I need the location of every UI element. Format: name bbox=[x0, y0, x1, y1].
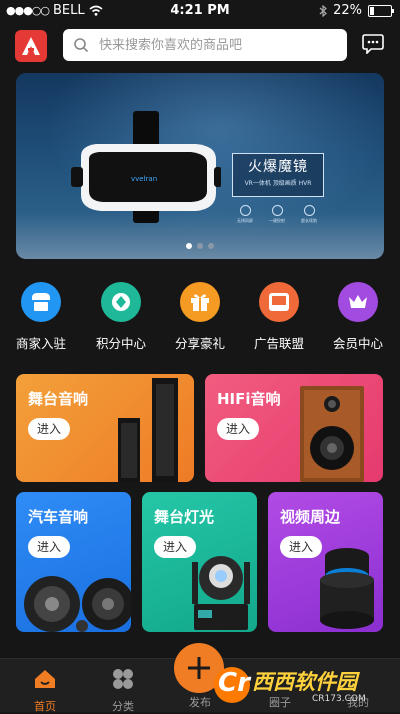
bluetooth-icon bbox=[319, 4, 328, 17]
card-title: 视频周边 bbox=[280, 508, 341, 526]
search-bar[interactable] bbox=[63, 29, 347, 61]
banner-pager[interactable] bbox=[16, 243, 384, 249]
card-title: 舞台灯光 bbox=[154, 508, 215, 526]
banner-subtitle: VR一体机 顶级画质 HVR bbox=[244, 180, 312, 187]
enter-button[interactable]: 进入 bbox=[217, 418, 260, 440]
category-card-stage-audio[interactable]: 舞台音响 进入 bbox=[16, 374, 194, 482]
points-icon bbox=[101, 282, 141, 322]
hifi-speaker-image bbox=[300, 386, 364, 482]
pager-dot[interactable] bbox=[186, 243, 192, 249]
nav-item-member[interactable]: 会员中心 bbox=[318, 282, 398, 352]
vr-headset-image: vvelran bbox=[71, 111, 221, 223]
card-title: HIFi音响 bbox=[217, 390, 281, 408]
nav-item-points[interactable]: 积分中心 bbox=[81, 282, 161, 352]
nav-label: 积分中心 bbox=[95, 336, 146, 351]
promo-banner[interactable]: vvelran 火爆魔镜 VR一体机 顶级画质 HVR 无线同屏 一键投射 超长… bbox=[16, 73, 384, 259]
home-icon bbox=[35, 670, 55, 688]
banner-features: 无线同屏 一键投射 超长续航 bbox=[234, 205, 320, 224]
category-card-video-accessories[interactable]: 视频周边 进入 bbox=[268, 492, 383, 632]
search-input[interactable] bbox=[97, 36, 341, 54]
card-title: 汽车音响 bbox=[28, 508, 89, 526]
tab-label: 首页 bbox=[34, 700, 56, 713]
category-card-hifi[interactable]: HIFi音响 进入 bbox=[205, 374, 383, 482]
category-icon bbox=[113, 669, 133, 689]
card-title: 舞台音响 bbox=[28, 390, 89, 408]
stage-speaker-image bbox=[118, 378, 178, 482]
battery-icon bbox=[368, 4, 394, 17]
nav-label: 会员中心 bbox=[332, 336, 383, 351]
search-icon bbox=[74, 38, 89, 53]
tab-home[interactable]: 首页 bbox=[5, 659, 85, 713]
nav-label: 广告联盟 bbox=[253, 336, 304, 351]
category-card-stage-lighting[interactable]: 舞台灯光 进入 bbox=[142, 492, 257, 632]
battery-percent: 22% bbox=[333, 3, 362, 18]
shop-icon bbox=[21, 282, 61, 322]
gift-icon bbox=[180, 282, 220, 322]
pager-dot[interactable] bbox=[197, 243, 203, 249]
nav-item-ads[interactable]: 广告联盟 bbox=[239, 282, 319, 352]
status-bar: ●●●○○ BELL 4:21 PM 22% bbox=[0, 0, 400, 22]
watermark-brand: 西西软件园 bbox=[252, 670, 357, 694]
app-logo-icon[interactable] bbox=[15, 30, 47, 62]
tab-category[interactable]: 分类 bbox=[83, 659, 163, 713]
feature-icon bbox=[239, 205, 251, 216]
nav-item-merchant[interactable]: 商家入驻 bbox=[1, 282, 81, 352]
category-card-car-audio[interactable]: 汽车音响 进入 bbox=[16, 492, 131, 632]
watermark-mark: Cr bbox=[218, 668, 250, 698]
crown-icon bbox=[338, 282, 378, 322]
pager-dot[interactable] bbox=[208, 243, 214, 249]
car-speaker-image bbox=[24, 576, 131, 632]
feature-icon bbox=[271, 205, 283, 216]
quick-nav: 商家入驻 积分中心 分享豪礼 广告联盟 会员中心 bbox=[0, 282, 400, 352]
enter-button[interactable]: 进入 bbox=[28, 536, 71, 558]
plus-icon bbox=[188, 657, 210, 679]
tab-label: 分类 bbox=[112, 700, 134, 713]
nav-item-gift[interactable]: 分享豪礼 bbox=[160, 282, 240, 352]
feature-icon bbox=[303, 205, 315, 216]
banner-title-box: 火爆魔镜 VR一体机 顶级画质 HVR bbox=[232, 153, 324, 197]
bluetooth-speaker-image bbox=[320, 548, 374, 629]
watermark-url: CR173.COM bbox=[312, 694, 366, 704]
svg-text:vvelran: vvelran bbox=[131, 175, 157, 183]
banner-title: 火爆魔镜 bbox=[248, 159, 308, 175]
moving-head-light-image bbox=[192, 556, 250, 630]
nav-label: 商家入驻 bbox=[15, 336, 66, 351]
enter-button[interactable]: 进入 bbox=[28, 418, 71, 440]
message-icon[interactable] bbox=[362, 34, 384, 54]
nav-label: 分享豪礼 bbox=[174, 336, 225, 351]
ad-icon bbox=[259, 282, 299, 322]
watermark-logo: Cr 西西软件园 CR173.COM bbox=[214, 664, 396, 708]
